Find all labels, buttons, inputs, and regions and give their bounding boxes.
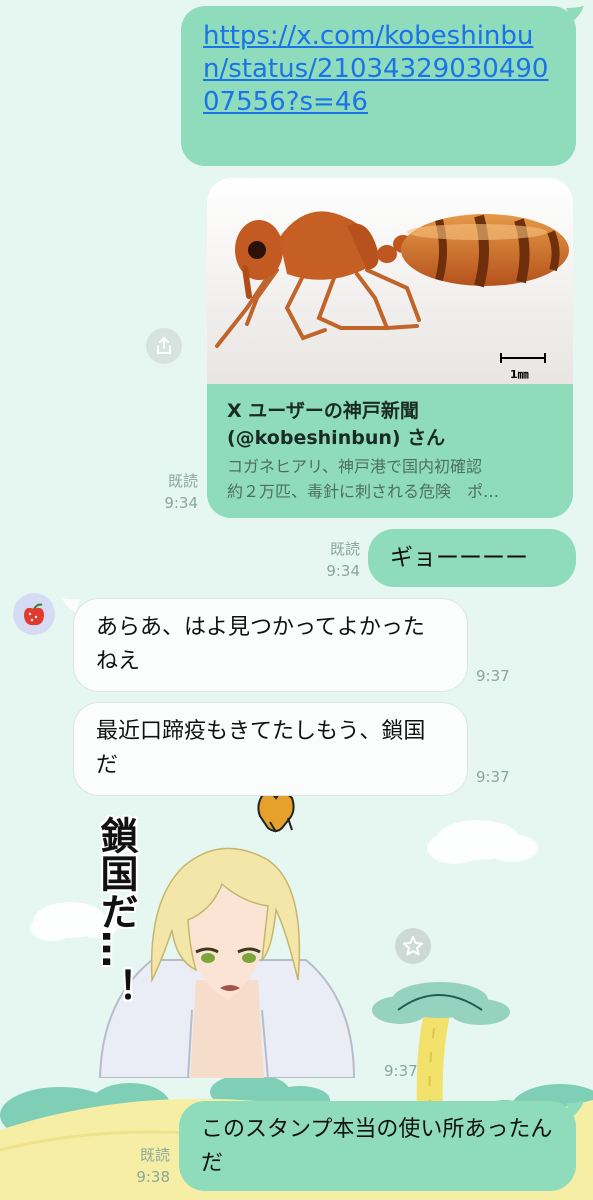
card-title: X ユーザーの神戸新聞 (@kobeshinbun) さん bbox=[227, 400, 446, 449]
bubble-tail bbox=[62, 598, 80, 612]
timestamp: 9:34 bbox=[164, 494, 198, 512]
outgoing-bubble-1[interactable]: ギョーーーー bbox=[368, 529, 576, 587]
outgoing-bubble-2[interactable]: このスタンプ本当の使い所あったんだ bbox=[179, 1101, 576, 1191]
avatar[interactable] bbox=[13, 593, 55, 635]
link-url[interactable]: https://x.com/kobeshinbun/status/2103432… bbox=[203, 21, 548, 117]
card-desc-line2: 約２万匹、毒針に刺される危険 ポ… bbox=[227, 482, 500, 501]
incoming-2-time: 9:37 bbox=[476, 768, 510, 786]
link-preview-card[interactable]: 1㎜ X ユーザーの神戸新聞 (@kobeshinbun) さん コガネヒアリ、… bbox=[207, 178, 573, 518]
incoming-bubble-2[interactable]: 最近口蹄疫もきてたしもう、鎖国だ bbox=[73, 702, 468, 796]
message-text: このスタンプ本当の使い所あったんだ bbox=[201, 1117, 553, 1176]
incoming-1-time: 9:37 bbox=[476, 667, 510, 685]
incoming-bubble-1[interactable]: あらあ、はよ見つかってよかったねえ bbox=[73, 598, 468, 692]
read-receipt: 既読 bbox=[139, 1146, 170, 1164]
share-icon bbox=[157, 336, 171, 354]
star-icon bbox=[403, 936, 423, 956]
sticker[interactable]: 鎖国だ…！ bbox=[92, 810, 362, 1078]
share-button[interactable] bbox=[146, 328, 182, 364]
bubble-tail bbox=[566, 6, 584, 22]
card-desc-line1: コガネヒアリ、神戸港で国内初確認 bbox=[227, 457, 483, 476]
outgoing-link-bubble[interactable]: https://x.com/kobeshinbun/status/2103432… bbox=[181, 6, 576, 166]
timestamp: 9:34 bbox=[326, 562, 360, 580]
preview-image: 1㎜ bbox=[207, 178, 573, 384]
bubble-tail bbox=[566, 1101, 584, 1117]
message-text: あらあ、はよ見つかってよかったねえ bbox=[96, 615, 425, 674]
read-receipt: 既読 bbox=[167, 472, 198, 490]
sticker-time: 9:37 bbox=[384, 1062, 418, 1080]
outgoing-1-meta: 既読 9:34 bbox=[292, 538, 360, 582]
scale-label: 1㎜ bbox=[510, 368, 529, 381]
card-meta: 既読 9:34 bbox=[130, 470, 198, 514]
favorite-sticker-button[interactable] bbox=[395, 928, 431, 964]
ant-image bbox=[207, 178, 573, 384]
outgoing-2-meta: 既読 9:38 bbox=[102, 1144, 170, 1188]
message-text: ギョーーーー bbox=[390, 545, 528, 571]
timestamp: 9:38 bbox=[136, 1168, 170, 1186]
message-text: 最近口蹄疫もきてたしもう、鎖国だ bbox=[96, 719, 426, 778]
apple-icon bbox=[24, 603, 44, 626]
read-receipt: 既読 bbox=[329, 540, 360, 558]
sticker-caption: 鎖国だ…！ bbox=[94, 816, 138, 1006]
